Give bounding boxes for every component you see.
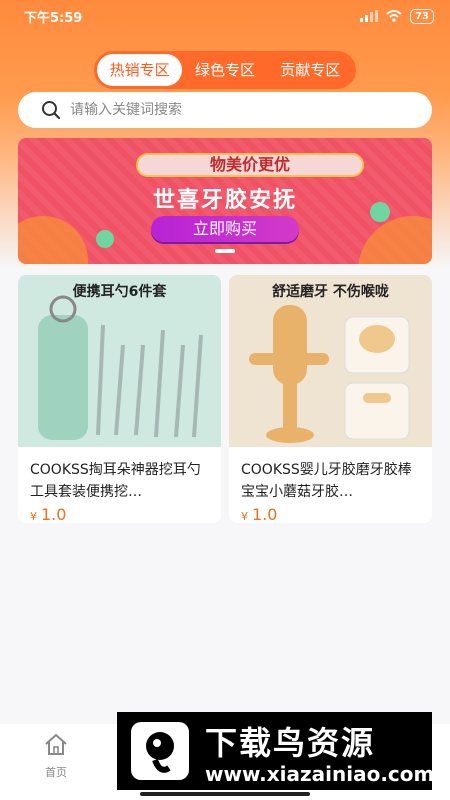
product-price: ¥1.0 (30, 505, 209, 523)
home-icon (45, 734, 67, 755)
category-tabs: 热销专区 绿色专区 贡献专区 (94, 51, 356, 89)
price-value: 1.0 (252, 505, 278, 523)
decor-circle (96, 230, 114, 248)
product-title: COOKSS婴儿牙胶磨牙胶棒宝宝小蘑菇牙胶… (241, 462, 412, 500)
status-icons: 73 (360, 8, 434, 24)
price-value: 1.0 (41, 505, 67, 523)
watermark-title: 下载鸟资源 (205, 724, 376, 762)
currency-symbol: ¥ (30, 510, 37, 523)
product-card[interactable]: 舒适磨牙 不伤喉咙 COOKSS婴儿牙胶磨牙胶棒宝宝小蘑菇牙胶… ¥1.0 (229, 275, 432, 523)
status-bar: 下午5:59 73 (0, 0, 450, 32)
decor-circle (18, 216, 88, 264)
product-price: ¥1.0 (241, 505, 420, 523)
nav-home-label: 首页 (45, 766, 67, 779)
product-card[interactable]: 便携耳勺6件套 COOKSS掏耳朵神器挖耳勺工具套装便携挖… ¥1.0 (18, 275, 221, 523)
home-indicator (140, 792, 310, 796)
bird-logo-icon (131, 722, 189, 780)
promo-banner[interactable]: 物美价更优 世喜牙胶安抚 立即购买 (18, 138, 432, 264)
currency-symbol: ¥ (241, 510, 248, 523)
status-time: 下午5:59 (24, 10, 83, 26)
search-icon (42, 101, 61, 120)
tab-green[interactable]: 绿色专区 (182, 54, 267, 86)
ear-pick-set-illustration (38, 295, 203, 440)
buy-now-button[interactable]: 立即购买 (151, 216, 299, 242)
nav-home[interactable]: 首页 (36, 732, 76, 780)
signal-icon (360, 10, 379, 22)
carousel-indicator (215, 249, 235, 253)
product-image: 舒适磨牙 不伤喉咙 (229, 275, 432, 447)
decor-circle (358, 216, 432, 264)
product-image: 便携耳勺6件套 (18, 275, 221, 447)
tab-contribution[interactable]: 贡献专区 (268, 54, 353, 86)
watermark-overlay: 下载鸟资源 www.xiazainiao.com (117, 712, 435, 790)
product-grid: 便携耳勺6件套 COOKSS掏耳朵神器挖耳勺工具套装便携挖… ¥1.0 舒适磨牙… (18, 275, 432, 523)
search-bar[interactable] (18, 92, 432, 128)
watermark-url: www.xiazainiao.com (205, 762, 435, 786)
product-title: COOKSS掏耳朵神器挖耳勺工具套装便携挖… (30, 462, 201, 500)
battery-icon: 73 (410, 8, 434, 24)
tab-hot-sales[interactable]: 热销专区 (97, 54, 183, 86)
teether-illustration (249, 305, 410, 443)
search-input[interactable] (70, 102, 390, 118)
wifi-icon (386, 10, 402, 22)
banner-title: 世喜牙胶安抚 (152, 188, 297, 213)
banner-subtitle: 物美价更优 (136, 153, 364, 177)
